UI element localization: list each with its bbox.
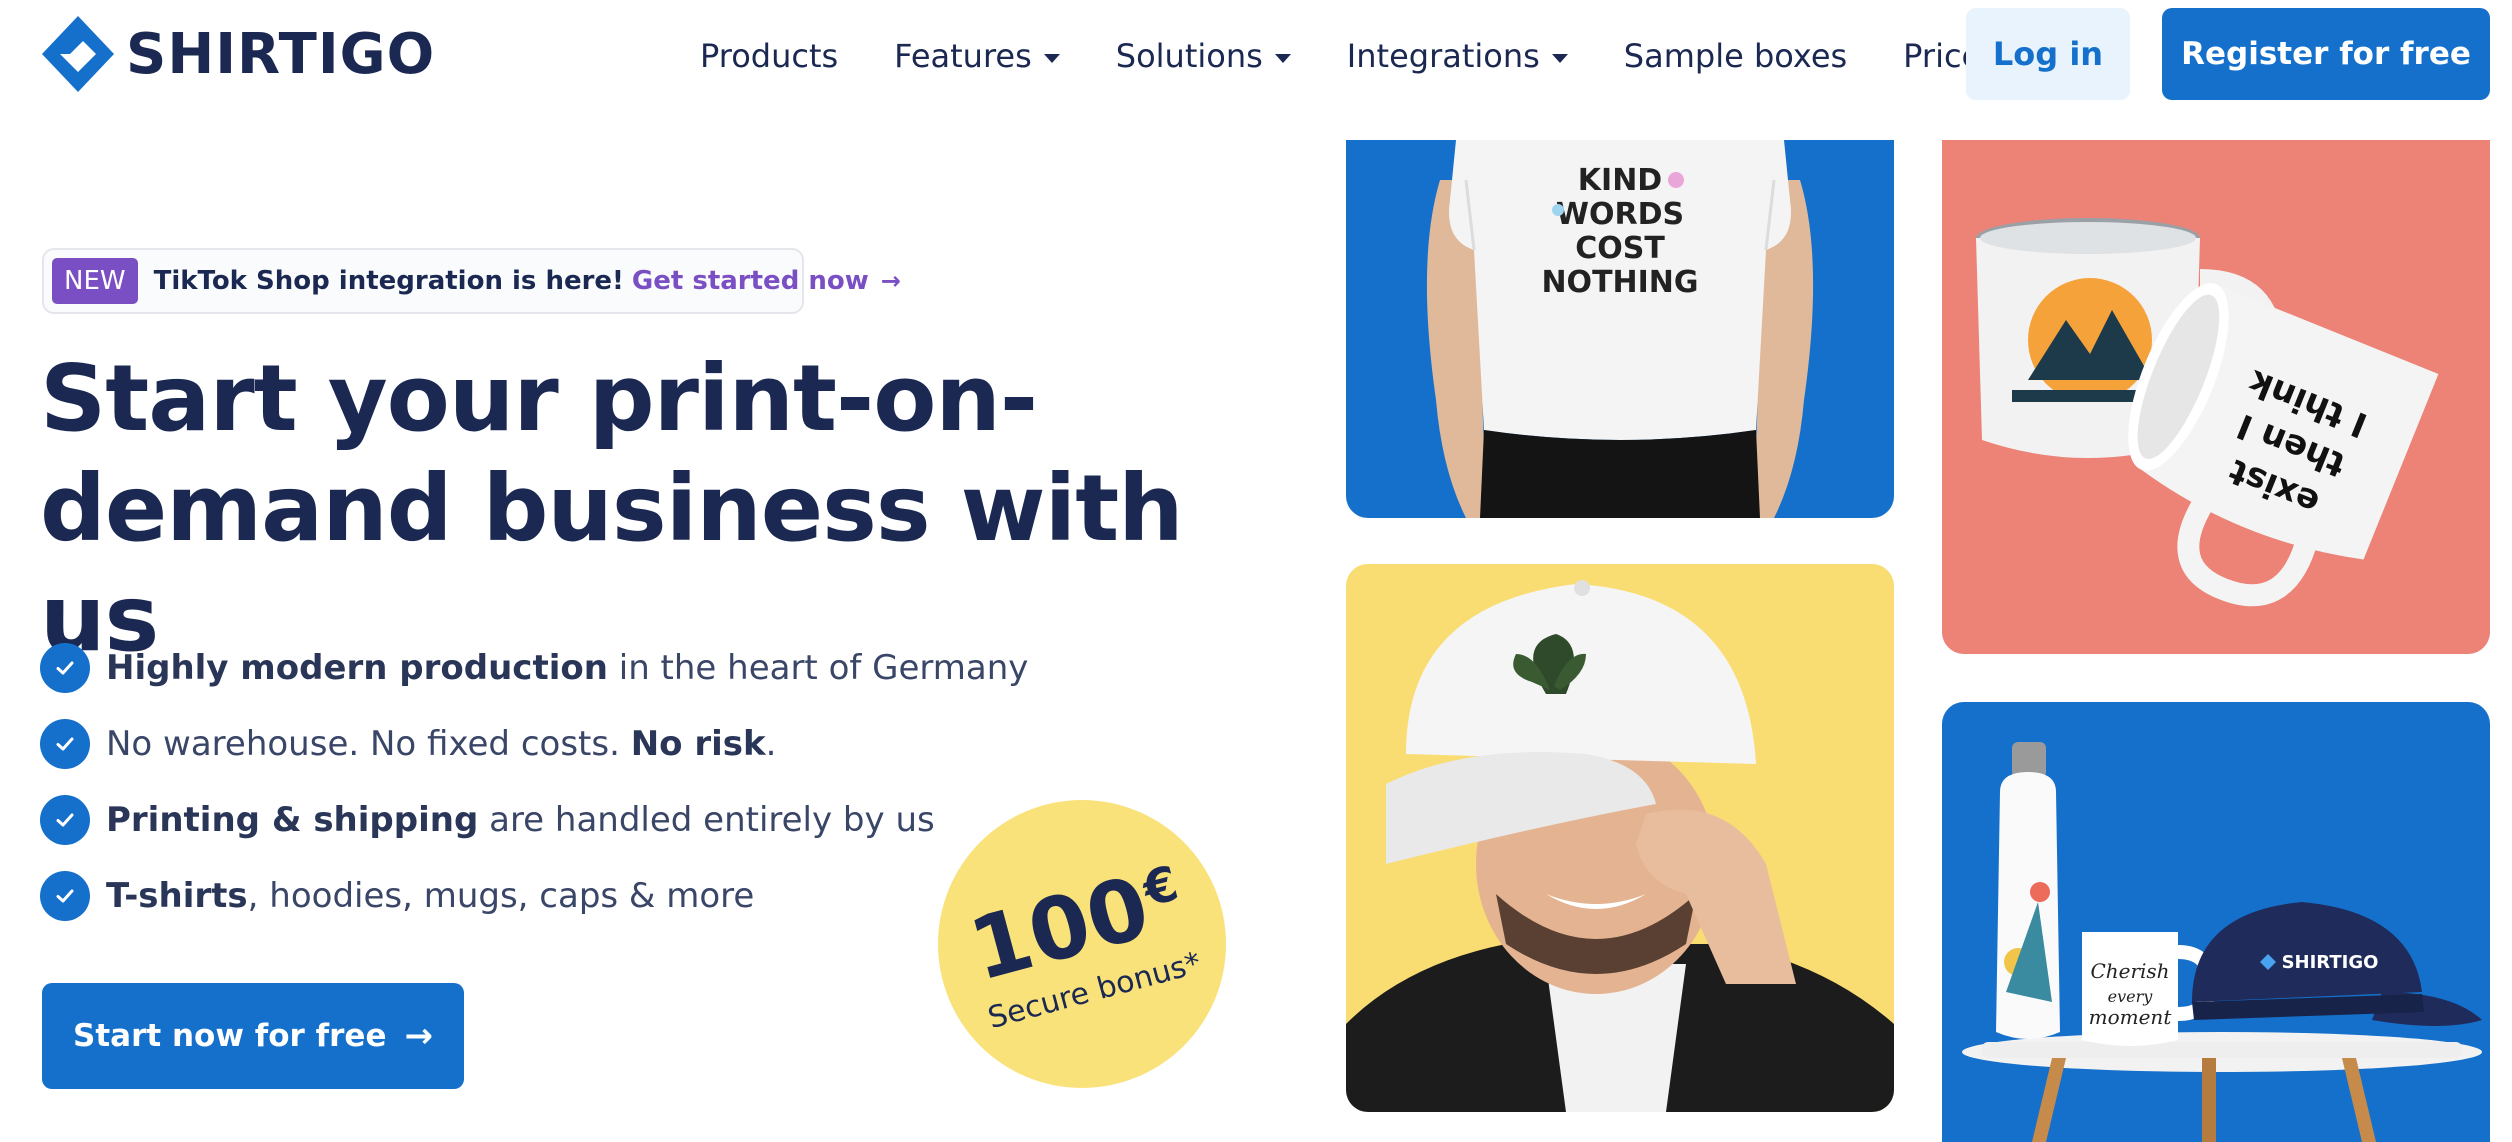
plain-text: are handled entirely by us [478,800,935,840]
nav-item-sample-boxes[interactable]: Sample boxes [1624,37,1847,75]
checkmark-icon [40,643,90,693]
svg-text:moment: moment [2089,1005,2173,1029]
arrow-right-icon: → [404,1016,433,1056]
svg-text:every: every [2108,987,2154,1006]
svg-text:COST: COST [1575,231,1665,266]
checkmark-icon [40,795,90,845]
bold-text: No risk [630,724,766,764]
announcement-banner[interactable]: NEW TikTok Shop integration is here! Get… [42,248,901,314]
plain-text: No warehouse. No fixed costs. [106,724,631,764]
nav-item-label: Sample boxes [1623,37,1848,75]
bottle-mug-cap-image: Cherish every moment SHIRTIGO [1942,702,2490,1142]
list-item: Printing & shipping are handled entirely… [40,782,960,858]
nav-item-solutions[interactable]: Solutions [1116,37,1291,75]
arrow-right-icon: → [880,267,901,295]
nav-item-label: Products [700,37,839,75]
list-item: Highly modern production in the heart of… [40,630,1028,706]
list-item: T-shirts, hoodies, mugs, caps & more [40,858,960,934]
caret-down-icon [1274,53,1291,63]
checkmark-icon [40,719,90,769]
plain-text: . [765,724,777,764]
list-item-text: Printing & shipping are handled entirely… [106,800,935,840]
start-now-button[interactable]: Start now for free → [42,983,464,1089]
bonus-badge: 100 € Secure bonus* [938,800,1226,1088]
nav-item-label: Integrations [1346,37,1540,75]
bold-text: T-shirts [106,876,248,916]
nav-item-products[interactable]: Products [700,37,838,75]
brand-name: SHIRTIGO [126,21,436,87]
shirtigo-diamond-logo-icon [40,14,116,94]
svg-text:KIND: KIND [1578,163,1662,198]
feature-list: Highly modern production in the heart of… [40,630,1028,934]
list-item-text: No warehouse. No fixed costs. No risk. [106,724,776,764]
mugs-image: I think then I exist [1942,140,2490,654]
svg-text:NOTHING: NOTHING [1541,265,1698,300]
bold-text: Highly modern production [106,648,608,688]
main-nav: Products Features Solutions Integrations… [700,30,1998,82]
caret-down-icon [1551,53,1568,63]
nav-item-label: Solutions [1115,37,1263,75]
list-item-text: Highly modern production in the heart of… [106,648,1028,688]
announcement-link-label: Get started now [631,266,869,296]
new-badge: NEW [52,258,138,304]
register-button[interactable]: Register for free [2162,8,2490,100]
nav-item-label: Features [894,37,1032,75]
shirtigo-logo[interactable]: SHIRTIGO [40,14,435,94]
list-item-text: T-shirts, hoodies, mugs, caps & more [106,876,754,916]
nav-item-integrations[interactable]: Integrations [1347,37,1568,75]
svg-text:SHIRTIGO: SHIRTIGO [2282,952,2379,973]
headline-line-1: Start your print-on- [40,345,1038,452]
plain-text: in the heart of Germany [607,648,1029,688]
cap-model-image [1346,564,1894,1112]
login-button[interactable]: Log in [1966,8,2130,100]
announcement-text: TikTok Shop integration is here! [153,266,624,296]
checkmark-icon [40,871,90,921]
cta-label: Start now for free [73,1018,387,1054]
site-header: SHIRTIGO Products Features Solutions Int… [0,0,2512,110]
page-title: Start your print-on- demand business wit… [40,344,1280,674]
svg-text:Cherish: Cherish [2090,959,2169,983]
bold-text: Printing & shipping [106,800,479,840]
announcement-link[interactable]: Get started now → [632,266,901,296]
plain-text: , hoodies, mugs, caps & more [247,876,755,916]
tshirt-model-image: KIND WORDS COST NOTHING [1346,140,1894,518]
caret-down-icon [1043,53,1060,63]
svg-text:WORDS: WORDS [1556,197,1684,232]
list-item: No warehouse. No fixed costs. No risk. [40,706,960,782]
nav-item-features[interactable]: Features [894,37,1060,75]
